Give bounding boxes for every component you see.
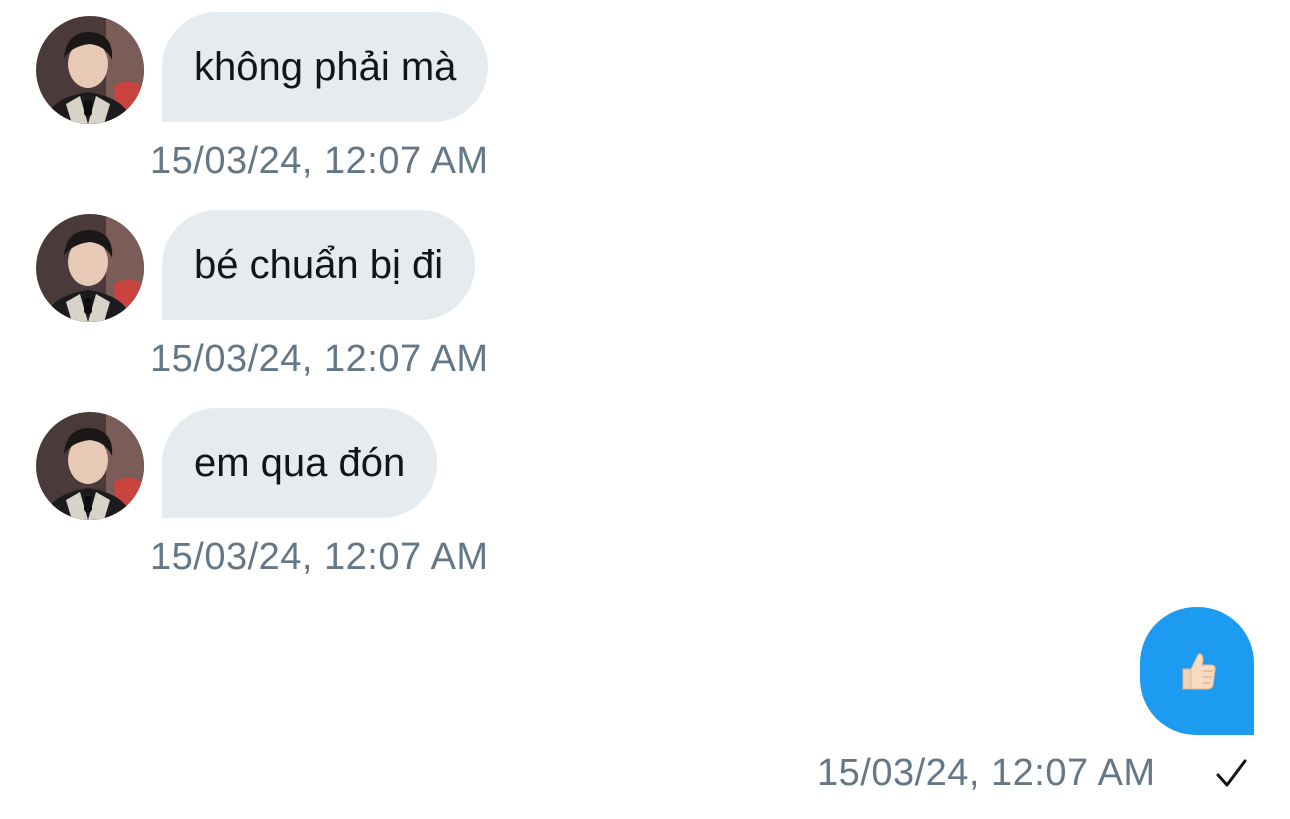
message-text: không phải mà [194, 45, 457, 89]
message-text: bé chuẩn bị đi [194, 243, 444, 287]
incoming-message-bubble[interactable]: không phải mà [162, 12, 489, 122]
avatar-image [36, 214, 144, 322]
avatar[interactable] [36, 16, 144, 124]
avatar[interactable] [36, 412, 144, 520]
avatar[interactable] [36, 214, 144, 322]
incoming-message-bubble[interactable]: bé chuẩn bị đi [162, 210, 476, 320]
avatar-image [36, 412, 144, 520]
message-timestamp: 15/03/24, 12:07 AM [150, 338, 489, 380]
incoming-message-bubble[interactable]: em qua đón [162, 408, 438, 518]
message-text: em qua đón [194, 441, 406, 485]
outgoing-message-bubble[interactable] [1140, 607, 1254, 735]
message-timestamp: 15/03/24, 12:07 AM [150, 140, 489, 182]
avatar-image [36, 16, 144, 124]
message-timestamp: 15/03/24, 12:07 AM [150, 536, 489, 578]
outgoing-message-timestamp: 15/03/24, 12:07 AM [817, 752, 1156, 794]
thumbs-up-emoji [1182, 653, 1216, 690]
check-icon [1216, 759, 1247, 787]
